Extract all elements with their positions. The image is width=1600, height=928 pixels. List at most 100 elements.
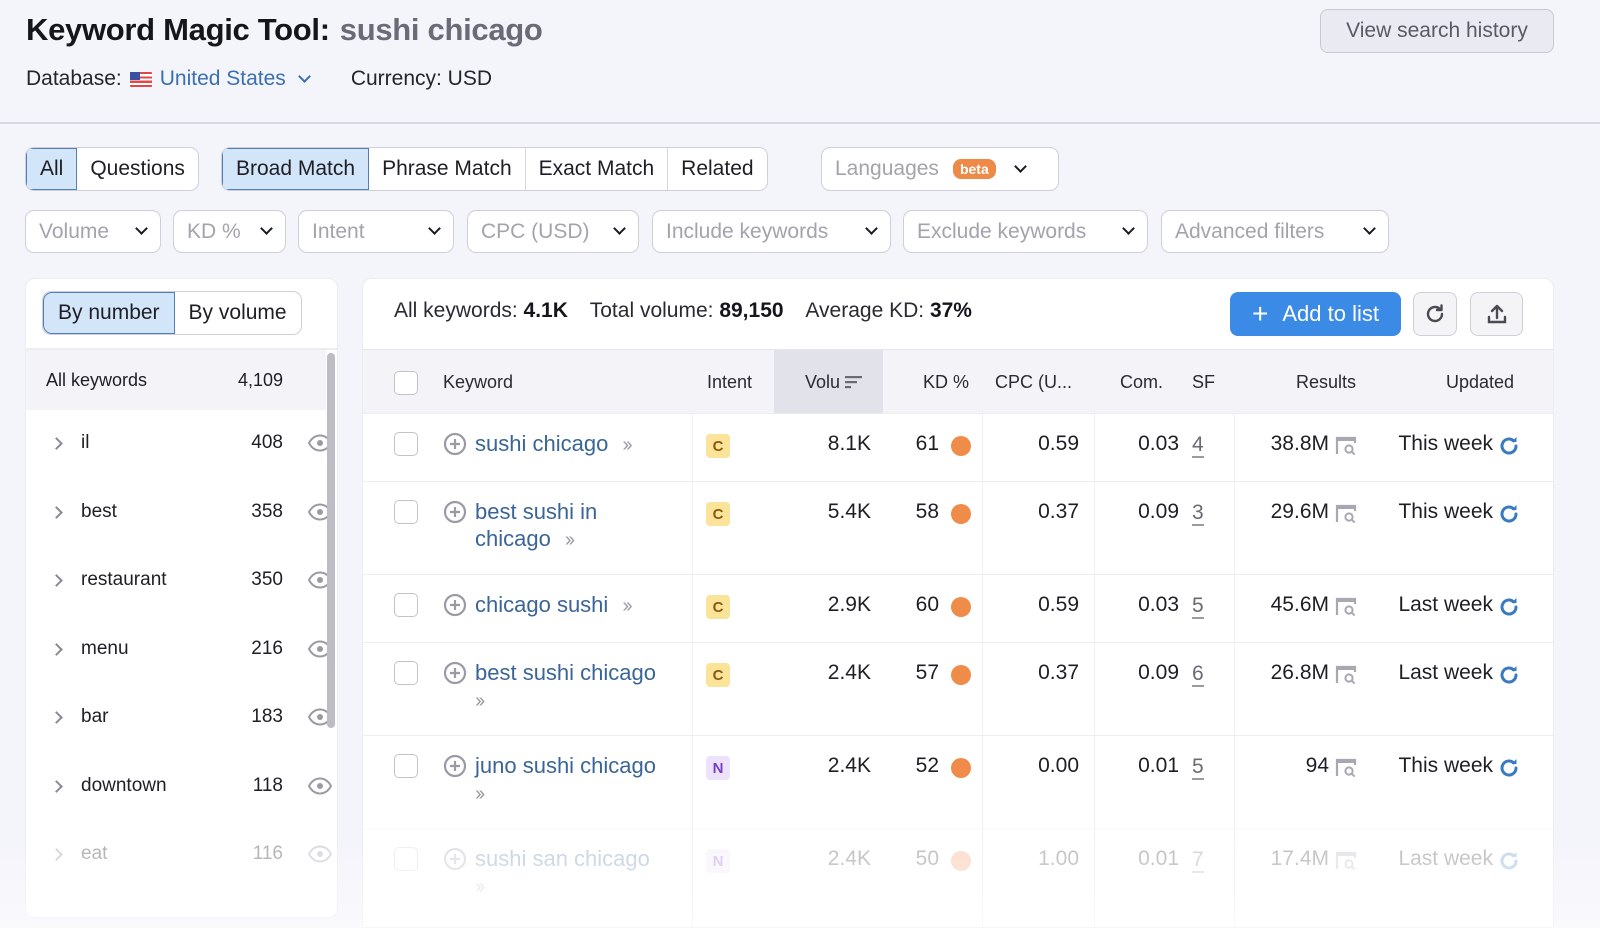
- database-selector[interactable]: United States: [160, 67, 286, 91]
- double-chevron-icon[interactable]: ››: [622, 595, 632, 617]
- chevron-right-icon[interactable]: [50, 710, 63, 724]
- col-kd[interactable]: KD %: [923, 350, 969, 414]
- add-circle-icon[interactable]: [443, 432, 467, 456]
- serp-features-count[interactable]: 7: [1192, 849, 1204, 873]
- updated-value: This week: [1398, 432, 1493, 455]
- col-cpc[interactable]: CPC (U...: [995, 350, 1072, 414]
- double-chevron-icon[interactable]: ››: [475, 783, 485, 805]
- view-search-history-button[interactable]: View search history: [1320, 9, 1554, 53]
- row-checkbox[interactable]: [394, 847, 418, 871]
- col-results[interactable]: Results: [1296, 350, 1356, 414]
- tab-phrase-match[interactable]: Phrase Match: [369, 148, 526, 190]
- keyword-link-line[interactable]: chicago: [475, 526, 551, 551]
- double-chevron-icon[interactable]: ››: [565, 529, 575, 551]
- toggle-by-volume[interactable]: By volume: [175, 292, 301, 334]
- col-updated[interactable]: Updated: [1446, 350, 1514, 414]
- view-serp-icon[interactable]: [1335, 851, 1357, 871]
- add-to-list-button[interactable]: + Add to list: [1230, 292, 1401, 336]
- add-circle-icon[interactable]: [443, 754, 467, 778]
- double-chevron-icon[interactable]: ››: [622, 434, 632, 456]
- row-checkbox[interactable]: [394, 754, 418, 778]
- keyword-group-item[interactable]: menu 216: [26, 629, 333, 669]
- select-all-checkbox[interactable]: [394, 371, 418, 395]
- filter-include-keywords[interactable]: Include keywords: [652, 210, 891, 253]
- chevron-right-icon[interactable]: [50, 436, 63, 450]
- refresh-button[interactable]: [1413, 292, 1457, 336]
- tab-related[interactable]: Related: [668, 148, 766, 190]
- col-com[interactable]: Com.: [1120, 350, 1163, 414]
- keyword-group-item[interactable]: best 358: [26, 492, 333, 532]
- tab-questions[interactable]: Questions: [77, 148, 198, 190]
- toggle-by-number[interactable]: By number: [43, 292, 175, 334]
- view-serp-icon[interactable]: [1335, 665, 1357, 685]
- scrollbar[interactable]: [327, 353, 335, 728]
- group-all-keywords[interactable]: All keywords 4,109: [26, 350, 326, 410]
- update-refresh-icon[interactable]: [1497, 756, 1521, 780]
- col-keyword[interactable]: Keyword: [443, 350, 513, 414]
- eye-icon[interactable]: [307, 845, 333, 863]
- chevron-right-icon[interactable]: [50, 642, 63, 656]
- keyword-link[interactable]: chicago sushi: [475, 592, 608, 617]
- update-refresh-icon[interactable]: [1497, 849, 1521, 873]
- row-checkbox[interactable]: [394, 661, 418, 685]
- tab-all[interactable]: All: [26, 148, 78, 190]
- serp-features-count[interactable]: 3: [1192, 502, 1204, 526]
- row-checkbox[interactable]: [394, 593, 418, 617]
- summary-stats: All keywords: 4.1K Total volume: 89,150 …: [394, 299, 972, 323]
- chevron-right-icon[interactable]: [50, 847, 63, 861]
- serp-features-count[interactable]: 5: [1192, 756, 1204, 780]
- serp-features-count[interactable]: 5: [1192, 595, 1204, 619]
- keyword-group-item[interactable]: restaurant 350: [26, 560, 333, 600]
- all-keywords-label: All keywords:: [394, 299, 518, 322]
- filter-exclude-keywords[interactable]: Exclude keywords: [903, 210, 1148, 253]
- row-checkbox[interactable]: [394, 500, 418, 524]
- tab-exact-match[interactable]: Exact Match: [526, 148, 669, 190]
- chevron-down-icon[interactable]: [297, 69, 311, 83]
- col-intent[interactable]: Intent: [707, 350, 752, 414]
- keyword-group-item[interactable]: il 408: [26, 423, 333, 463]
- chevron-right-icon[interactable]: [50, 573, 63, 587]
- update-refresh-icon[interactable]: [1497, 595, 1521, 619]
- keyword-link[interactable]: sushi san chicago: [475, 846, 650, 871]
- col-sf[interactable]: SF: [1192, 350, 1215, 414]
- competition-value: 0.09: [1138, 500, 1179, 523]
- keyword-group-item[interactable]: downtown 118: [26, 766, 333, 806]
- update-refresh-icon[interactable]: [1497, 434, 1521, 458]
- keyword-group-item[interactable]: eat 116: [26, 834, 333, 874]
- update-refresh-icon[interactable]: [1497, 663, 1521, 687]
- add-circle-icon[interactable]: [443, 593, 467, 617]
- view-serp-icon[interactable]: [1335, 504, 1357, 524]
- export-icon: [1487, 304, 1506, 324]
- eye-icon[interactable]: [307, 777, 333, 795]
- add-circle-icon[interactable]: [443, 847, 467, 871]
- filter-cpc[interactable]: CPC (USD): [467, 210, 639, 253]
- filter-intent[interactable]: Intent: [298, 210, 454, 253]
- keyword-link[interactable]: sushi chicago: [475, 431, 608, 456]
- keyword-link-line[interactable]: best sushi in: [475, 499, 597, 524]
- total-volume-value: 89,150: [719, 299, 784, 322]
- serp-features-count[interactable]: 6: [1192, 663, 1204, 687]
- export-button[interactable]: [1470, 292, 1523, 336]
- double-chevron-icon[interactable]: ››: [475, 690, 485, 712]
- filter-advanced[interactable]: Advanced filters: [1161, 210, 1389, 253]
- add-circle-icon[interactable]: [443, 661, 467, 685]
- filter-volume[interactable]: Volume: [25, 210, 161, 253]
- chevron-right-icon[interactable]: [50, 505, 63, 519]
- view-serp-icon[interactable]: [1335, 758, 1357, 778]
- keyword-group-item[interactable]: bar 183: [26, 697, 333, 737]
- double-chevron-icon[interactable]: ››: [475, 876, 485, 898]
- serp-features-count[interactable]: 4: [1192, 434, 1204, 458]
- keyword-link[interactable]: best sushi chicago: [475, 660, 656, 685]
- languages-dropdown[interactable]: Languages beta: [821, 147, 1059, 191]
- view-serp-icon[interactable]: [1335, 436, 1357, 456]
- update-refresh-icon[interactable]: [1497, 502, 1521, 526]
- row-checkbox[interactable]: [394, 432, 418, 456]
- view-serp-icon[interactable]: [1335, 597, 1357, 617]
- filter-kd[interactable]: KD %: [173, 210, 286, 253]
- chevron-right-icon[interactable]: [50, 779, 63, 793]
- tab-broad-match[interactable]: Broad Match: [222, 148, 370, 190]
- keyword-link[interactable]: juno sushi chicago: [475, 753, 656, 778]
- group-count: 216: [251, 638, 283, 659]
- add-circle-icon[interactable]: [443, 500, 467, 524]
- col-volume[interactable]: Volu: [805, 350, 864, 414]
